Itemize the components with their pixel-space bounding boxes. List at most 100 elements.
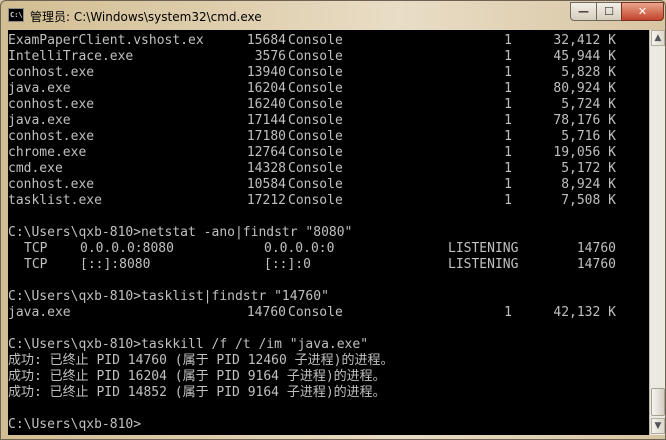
process-memory: 45,944 K [553,49,616,64]
process-row: ExamPaperClient.vshost.ex 15684 Console … [8,33,616,49]
netstat-local-address: 0.0.0.0:8080 [80,241,174,256]
process-name: java.exe [8,81,71,96]
process-name: java.exe [8,113,71,128]
process-name: ExamPaperClient.vshost.ex [8,33,204,48]
process-session-num: 1 [504,129,512,144]
process-session-num: 1 [504,161,512,176]
process-row: IntelliTrace.exe 3576 Console 1 45,944 K [8,49,616,65]
process-memory: 32,412 K [553,33,616,48]
taskkill-output-line: 成功: 已终止 PID 16204 (属于 PID 9164 子进程)的进程。 [8,369,386,384]
process-name: conhost.exe [8,65,95,80]
netstat-row: TCP 0.0.0.0:8080 0.0.0.0:0 LISTENING 147… [8,241,616,257]
process-row: tasklist.exe 17212 Console 1 7,508 K [8,193,616,209]
process-row: cmd.exe 14328 Console 1 5,172 K [8,161,616,177]
process-pid: 3576 [254,49,286,64]
process-name: conhost.exe [8,97,95,112]
process-pid: 15684 [246,33,286,48]
process-session: Console [288,65,343,80]
process-session-num: 1 [504,33,512,48]
process-row: java.exe 17144 Console 1 78,176 K [8,113,616,129]
process-pid: 14328 [246,161,286,176]
vertical-scrollbar[interactable]: ▲ ▼ [649,30,665,435]
process-memory: 5,172 K [561,161,616,176]
netstat-proto: TCP [24,257,48,272]
process-row: java.exe 16204 Console 1 80,924 K [8,81,616,97]
process-pid: 13940 [246,65,286,80]
process-name: conhost.exe [8,129,95,144]
process-session: Console [288,305,343,320]
process-session: Console [288,161,343,176]
process-name: IntelliTrace.exe [8,49,134,64]
process-name: chrome.exe [8,145,87,160]
netstat-state: LISTENING [448,241,519,256]
process-row: conhost.exe 17180 Console 1 5,716 K [8,129,616,145]
process-pid: 17144 [246,113,286,128]
netstat-proto: TCP [24,241,48,256]
command-prompt[interactable]: C:\Users\qxb-810> [8,417,141,433]
process-pid: 14760 [246,305,286,320]
scroll-thumb[interactable] [651,388,665,416]
window-title: 管理员: C:\Windows\system32\cmd.exe [30,10,262,24]
close-button[interactable]: ✕ [621,2,664,21]
command-line-taskkill: C:\Users\qxb-810>taskkill /f /t /im "jav… [8,337,369,352]
process-name: tasklist.exe [8,193,102,208]
process-row: conhost.exe 16240 Console 1 5,724 K [8,97,616,113]
process-row: conhost.exe 13940 Console 1 5,828 K [8,65,616,81]
process-session-num: 1 [504,81,512,96]
process-session: Console [288,81,343,96]
process-session: Console [288,49,343,64]
process-name: cmd.exe [8,161,63,176]
process-session-num: 1 [504,97,512,112]
process-pid: 17180 [246,129,286,144]
taskkill-output-line: 成功: 已终止 PID 14852 (属于 PID 9164 子进程)的进程。 [8,385,386,400]
netstat-row: TCP [::]:8080 [::]:0 LISTENING 14760 [8,257,616,273]
scroll-up-icon[interactable]: ▲ [651,30,665,46]
minimize-button[interactable]: — [570,2,597,21]
process-row: chrome.exe 12764 Console 1 19,056 K [8,145,616,161]
process-pid: 12764 [246,145,286,160]
process-session-num: 1 [504,145,512,160]
netstat-state: LISTENING [448,257,519,272]
process-memory: 7,508 K [561,193,616,208]
command-line-tasklist: C:\Users\qxb-810>tasklist|findstr "14760… [8,289,329,304]
cmd-app-icon[interactable]: C:\ [8,8,24,22]
netstat-local-address: [::]:8080 [80,257,151,272]
netstat-foreign-address: 0.0.0.0:0 [264,241,335,256]
netstat-pid: 14760 [576,241,616,256]
process-pid: 10584 [246,177,286,192]
process-session-num: 1 [504,193,512,208]
scroll-down-icon[interactable]: ▼ [651,418,665,434]
process-session-num: 1 [504,65,512,80]
process-memory: 80,924 K [553,81,616,96]
process-pid: 16240 [246,97,286,112]
process-session: Console [288,113,343,128]
process-session-num: 1 [504,49,512,64]
process-memory: 5,828 K [561,65,616,80]
command-line-netstat: C:\Users\qxb-810>netstat -ano|findstr "8… [8,225,353,240]
process-pid: 17212 [246,193,286,208]
maximize-button[interactable]: ☐ [596,2,622,21]
netstat-pid: 14760 [576,257,616,272]
process-memory: 78,176 K [553,113,616,128]
process-row: conhost.exe 10584 Console 1 8,924 K [8,177,616,193]
taskkill-output-line: 成功: 已终止 PID 14760 (属于 PID 12460 子进程)的进程。 [8,353,394,368]
netstat-foreign-address: [::]:0 [264,257,311,272]
process-session: Console [288,33,343,48]
process-name: conhost.exe [8,177,95,192]
console-output[interactable]: ExamPaperClient.vshost.ex 15684 Console … [8,30,649,435]
process-name: java.exe [8,305,71,320]
process-memory: 5,716 K [561,129,616,144]
process-memory: 19,056 K [553,145,616,160]
process-pid: 16204 [246,81,286,96]
process-session: Console [288,97,343,112]
process-memory: 5,724 K [561,97,616,112]
process-session-num: 1 [504,177,512,192]
process-memory: 8,924 K [561,177,616,192]
process-memory: 42,132 K [553,305,616,320]
process-session-num: 1 [504,113,512,128]
process-session: Console [288,129,343,144]
title-bar[interactable]: C:\ 管理员: C:\Windows\system32\cmd.exe — ☐… [1,1,665,31]
process-session: Console [288,193,343,208]
cmd-window: C:\ 管理员: C:\Windows\system32\cmd.exe — ☐… [0,0,666,440]
process-session: Console [288,145,343,160]
